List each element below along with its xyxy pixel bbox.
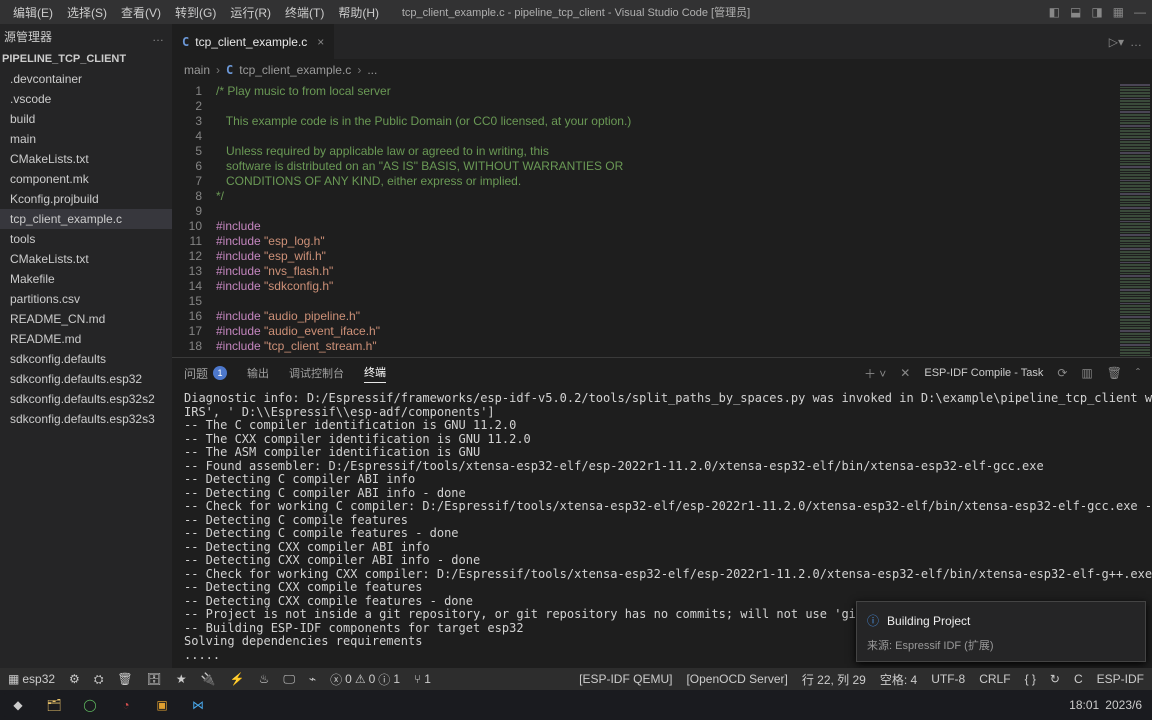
- status-openocd[interactable]: [OpenOCD Server]: [686, 672, 787, 686]
- notification-title: Building Project: [887, 614, 970, 628]
- status-forks[interactable]: ⑂ 1: [414, 672, 431, 686]
- breadcrumb-context[interactable]: ...: [367, 63, 377, 77]
- status-esp-idf[interactable]: ESP-IDF: [1097, 672, 1144, 686]
- tools-icon[interactable]: ✕: [900, 366, 910, 380]
- taskbar-explorer-icon[interactable]: 🗂: [40, 693, 68, 717]
- file-tree-item[interactable]: CMakeLists.txt: [0, 249, 172, 269]
- notification-toast[interactable]: ⓘ Building Project 来源: Espressif IDF (扩展…: [856, 601, 1146, 662]
- status-problems[interactable]: ⓧ 0 ⚠ 0 ⓘ 1: [330, 671, 400, 688]
- file-tree-item[interactable]: sdkconfig.defaults: [0, 349, 172, 369]
- tab-more-icon[interactable]: …: [1130, 35, 1142, 49]
- menu-edit[interactable]: 编辑(E): [6, 4, 60, 21]
- maximize-panel-icon[interactable]: ˆ: [1136, 366, 1140, 380]
- status-encoding[interactable]: UTF-8: [931, 672, 965, 686]
- status-db-icon[interactable]: 🗄: [147, 672, 162, 686]
- editor-content[interactable]: /* Play music to from local server This …: [216, 81, 1118, 357]
- info-icon: ⓘ: [867, 612, 879, 629]
- status-eol[interactable]: CRLF: [979, 672, 1010, 686]
- layout-panel-icon[interactable]: ⬓: [1070, 5, 1081, 19]
- taskbar-date[interactable]: 2023/6: [1105, 698, 1142, 712]
- taskbar-vscode-icon[interactable]: ⋈: [184, 693, 212, 717]
- file-tree-item[interactable]: tools: [0, 229, 172, 249]
- explorer-more-icon[interactable]: …: [152, 30, 164, 44]
- status-language[interactable]: C: [1074, 672, 1083, 686]
- status-line-col[interactable]: 行 22, 列 29: [802, 671, 866, 688]
- chevron-right-icon: ›: [357, 63, 361, 77]
- status-build-icon[interactable]: ⚙: [69, 672, 80, 686]
- file-tree-item[interactable]: sdkconfig.defaults.esp32s3: [0, 409, 172, 429]
- terminal-task-name[interactable]: ESP-IDF Compile - Task: [924, 367, 1043, 379]
- taskbar-app1-icon[interactable]: ◯: [76, 693, 104, 717]
- layout-primary-sidebar-icon[interactable]: ◧: [1049, 5, 1060, 19]
- c-file-icon: C: [182, 35, 189, 49]
- status-indent[interactable]: 空格: 4: [880, 671, 917, 688]
- panel-tab-problems[interactable]: 问题 1: [184, 365, 227, 382]
- file-tree-item[interactable]: README_CN.md: [0, 309, 172, 329]
- file-tree-item[interactable]: tcp_client_example.c: [0, 209, 172, 229]
- menu-select[interactable]: 选择(S): [60, 4, 114, 21]
- c-file-icon: C: [226, 63, 233, 77]
- file-tree-item[interactable]: README.md: [0, 329, 172, 349]
- split-terminal-icon[interactable]: ▥: [1081, 366, 1092, 380]
- minimap[interactable]: [1118, 81, 1152, 357]
- file-tree-item[interactable]: build: [0, 109, 172, 129]
- panel-tab-terminal[interactable]: 终端: [364, 364, 386, 383]
- menu-terminal[interactable]: 终端(T): [278, 4, 331, 21]
- status-flash-icon[interactable]: ⚡: [230, 672, 245, 686]
- breadcrumb-folder[interactable]: main: [184, 63, 210, 77]
- editor-tab-active[interactable]: C tcp_client_example.c ×: [172, 24, 334, 59]
- window-title: tcp_client_example.c - pipeline_tcp_clie…: [402, 4, 750, 20]
- layout-grid-icon[interactable]: ▦: [1113, 5, 1124, 19]
- status-braces-icon[interactable]: { }: [1025, 672, 1036, 686]
- status-debug-icon[interactable]: ⌁: [309, 672, 316, 686]
- project-root[interactable]: PIPELINE_TCP_CLIENT: [0, 49, 172, 69]
- explorer-header: 源管理器: [4, 28, 52, 45]
- status-star-icon[interactable]: ★: [176, 672, 187, 686]
- status-refresh-icon[interactable]: ↻: [1050, 672, 1060, 686]
- status-target-chip[interactable]: ▦ esp32: [8, 672, 55, 686]
- window-minimize-icon[interactable]: —: [1134, 5, 1146, 19]
- file-tree-item[interactable]: CMakeLists.txt: [0, 149, 172, 169]
- editor-gutter: 123456789101112131415161718: [172, 81, 216, 357]
- file-tree-item[interactable]: partitions.csv: [0, 289, 172, 309]
- status-flame-icon[interactable]: ♨: [259, 672, 270, 686]
- tab-title: tcp_client_example.c: [195, 35, 307, 49]
- taskbar-start-icon[interactable]: ◆: [4, 693, 32, 717]
- status-qemu[interactable]: [ESP-IDF QEMU]: [579, 672, 672, 686]
- breadcrumb-file[interactable]: tcp_client_example.c: [239, 63, 351, 77]
- menu-view[interactable]: 查看(V): [114, 4, 168, 21]
- new-terminal-icon[interactable]: ＋ ˅: [864, 365, 886, 382]
- notification-source: 来源: Espressif IDF (扩展): [867, 637, 1135, 653]
- close-tab-icon[interactable]: ×: [317, 35, 324, 49]
- file-tree-item[interactable]: sdkconfig.defaults.esp32s2: [0, 389, 172, 409]
- run-button-icon[interactable]: ▷▾: [1109, 35, 1124, 49]
- status-trash-icon[interactable]: 🗑: [117, 672, 132, 686]
- status-monitor-icon[interactable]: 🖵: [283, 672, 295, 687]
- menu-help[interactable]: 帮助(H): [331, 4, 386, 21]
- file-tree-item[interactable]: sdkconfig.defaults.esp32: [0, 369, 172, 389]
- file-tree-item[interactable]: Kconfig.projbuild: [0, 189, 172, 209]
- taskbar-app2-icon[interactable]: ◔: [112, 693, 140, 717]
- kill-terminal-icon[interactable]: 🗑: [1107, 366, 1122, 380]
- panel-tab-debug[interactable]: 调试控制台: [289, 365, 344, 381]
- taskbar-sublime-icon[interactable]: ▣: [148, 693, 176, 717]
- taskbar-time[interactable]: 18:01: [1069, 698, 1099, 712]
- chevron-right-icon: ›: [216, 63, 220, 77]
- panel-tab-output[interactable]: 输出: [247, 365, 269, 381]
- file-tree-item[interactable]: .devcontainer: [0, 69, 172, 89]
- status-gear-icon[interactable]: ⛭: [94, 672, 104, 687]
- layout-secondary-icon[interactable]: ◨: [1091, 5, 1102, 19]
- file-tree-item[interactable]: .vscode: [0, 89, 172, 109]
- refresh-icon[interactable]: ⟳: [1057, 366, 1067, 380]
- file-tree-item[interactable]: component.mk: [0, 169, 172, 189]
- file-tree-item[interactable]: main: [0, 129, 172, 149]
- menu-run[interactable]: 运行(R): [223, 4, 278, 21]
- file-tree-item[interactable]: Makefile: [0, 269, 172, 289]
- problems-badge: 1: [213, 366, 227, 380]
- menu-goto[interactable]: 转到(G): [168, 4, 223, 21]
- status-plug-icon[interactable]: 🔌: [201, 672, 216, 686]
